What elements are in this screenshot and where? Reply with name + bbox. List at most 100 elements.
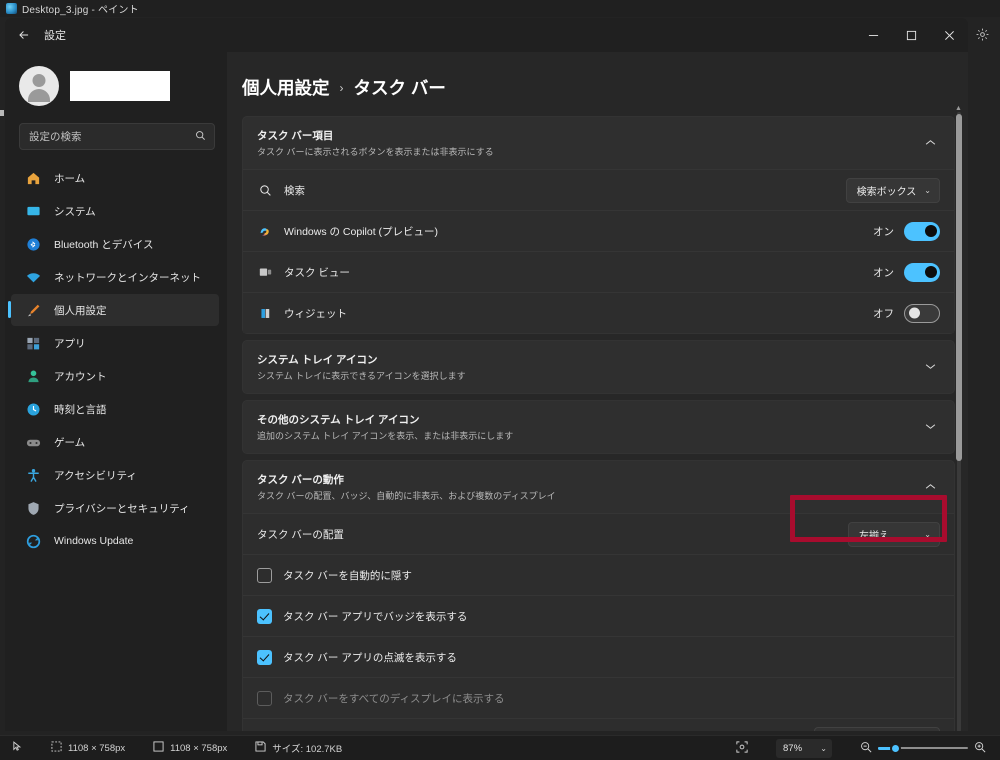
chevron-up-icon[interactable]	[925, 138, 940, 149]
row-label: ウィジェット	[284, 307, 347, 320]
zoom-slider-group[interactable]	[846, 736, 1000, 760]
apps-icon	[25, 335, 42, 352]
row-search: 検索 検索ボックス ⌄	[243, 169, 954, 210]
cursor-arrow-icon	[12, 741, 23, 755]
sidebar-item-accounts[interactable]: アカウント	[11, 360, 219, 392]
settings-cards: タスク バー項目 タスク バーに表示されるボタンを表示または非表示にする 検索 …	[242, 116, 955, 731]
fit-to-screen-group[interactable]	[722, 736, 762, 760]
sidebar-item-label: アクセシビリティ	[54, 469, 137, 482]
sidebar-item-label: ゲーム	[54, 436, 86, 449]
card-header[interactable]: システム トレイ アイコン システム トレイに表示できるアイコンを選択します	[243, 341, 954, 393]
sidebar-item-label: 個人用設定	[54, 304, 107, 317]
sidebar-item-gaming[interactable]: ゲーム	[11, 426, 219, 458]
sidebar-item-home[interactable]: ホーム	[11, 162, 219, 194]
task-view-icon	[257, 264, 273, 280]
zoom-in-icon[interactable]	[974, 741, 986, 756]
copilot-icon	[257, 223, 273, 239]
minimize-icon[interactable]	[854, 18, 892, 52]
card-taskbar-items: タスク バー項目 タスク バーに表示されるボタンを表示または非表示にする 検索 …	[242, 116, 955, 334]
maximize-icon[interactable]	[892, 18, 930, 52]
card-system-tray-icons[interactable]: システム トレイ アイコン システム トレイに表示できるアイコンを選択します	[242, 340, 955, 394]
card-taskbar-behaviors: タスク バーの動作 タスク バーの配置、バッジ、自動的に非表示、および複数のディ…	[242, 460, 955, 731]
widgets-icon	[257, 305, 273, 321]
fit-to-screen-icon[interactable]	[736, 740, 748, 756]
back-arrow-icon[interactable]	[9, 21, 39, 49]
chevron-up-icon[interactable]	[925, 482, 940, 493]
network-icon	[25, 269, 42, 286]
account-block[interactable]	[5, 52, 227, 106]
scroll-up-arrow-icon[interactable]: ▲	[955, 105, 962, 112]
vertical-scrollbar[interactable]: ▲ ▼	[953, 105, 965, 731]
row-label: タスク バーをすべてのディスプレイに表示する	[283, 692, 505, 705]
row-label: Windows の Copilot (プレビュー)	[284, 225, 439, 238]
system-icon	[25, 203, 42, 220]
settings-main: 個人用設定 › タスク バー タスク バー項目 タスク バーに表示されるボタンを…	[227, 52, 968, 731]
autohide-checkbox[interactable]	[257, 567, 272, 583]
card-header[interactable]: その他のシステム トレイ アイコン 追加のシステム トレイ アイコンを表示、また…	[243, 401, 954, 453]
task-view-toggle[interactable]	[904, 262, 940, 282]
dropdown-value: 左揃え	[859, 530, 889, 542]
breadcrumb: 個人用設定 › タスク バー	[227, 52, 968, 100]
flashing-checkbox[interactable]	[257, 649, 272, 665]
sidebar-item-system[interactable]: システム	[11, 195, 219, 227]
avatar-icon	[19, 66, 59, 106]
gear-icon[interactable]	[975, 27, 990, 47]
sidebar-item-apps[interactable]: アプリ	[11, 327, 219, 359]
sidebar-item-windows-update[interactable]: Windows Update	[11, 525, 219, 557]
row-autohide[interactable]: タスク バーを自動的に隠す	[243, 554, 954, 595]
widgets-toggle[interactable]	[904, 303, 940, 323]
personalization-icon	[25, 302, 42, 319]
bluetooth-icon	[25, 236, 42, 253]
taskbar-alignment-dropdown[interactable]: 左揃え ⌄	[848, 521, 940, 547]
card-title: タスク バー項目	[257, 130, 334, 142]
card-title: その他のシステム トレイ アイコン	[257, 414, 420, 426]
copilot-toggle[interactable]	[904, 221, 940, 241]
zoom-out-icon[interactable]	[860, 741, 872, 756]
sidebar-item-network[interactable]: ネットワークとインターネット	[11, 261, 219, 293]
search-mode-dropdown[interactable]: 検索ボックス ⌄	[845, 177, 940, 203]
row-badges[interactable]: タスク バー アプリでバッジを表示する	[243, 595, 954, 636]
card-header[interactable]: タスク バーの動作 タスク バーの配置、バッジ、自動的に非表示、および複数のディ…	[243, 461, 954, 513]
chevron-down-icon[interactable]	[925, 422, 940, 433]
paint-statusbar: 1108 × 758px 1108 × 758px サイズ: 102.7KB 8…	[0, 735, 1000, 760]
badges-checkbox[interactable]	[257, 608, 272, 624]
row-label: タスク ビュー	[284, 266, 350, 279]
search-box[interactable]	[19, 123, 215, 150]
cursor-position-group	[0, 736, 37, 760]
sidebar-item-label: プライバシーとセキュリティ	[54, 502, 190, 515]
image-size-icon	[153, 741, 164, 755]
toggle-state-label: オン	[873, 266, 894, 279]
sidebar-item-label: アプリ	[54, 337, 86, 350]
zoom-level-group[interactable]: 87% ⌄	[762, 736, 846, 760]
zoom-slider[interactable]	[878, 741, 968, 755]
screen-root: Desktop_3.jpg - ペイント 設定 設定の検索 ホーム システム B…	[0, 0, 1000, 760]
card-header[interactable]: タスク バー項目 タスク バーに表示されるボタンを表示または非表示にする	[243, 117, 954, 169]
sidebar-item-label: アカウント	[54, 370, 107, 383]
sidebar-item-time-language[interactable]: 時刻と言語	[11, 393, 219, 425]
row-flashing[interactable]: タスク バー アプリの点滅を表示する	[243, 636, 954, 677]
sidebar-item-label: 時刻と言語	[54, 403, 107, 416]
selection-size-label: 1108 × 758px	[68, 742, 126, 754]
row-label: 検索	[284, 184, 305, 197]
search-input[interactable]	[20, 130, 214, 143]
card-other-system-tray-icons[interactable]: その他のシステム トレイ アイコン 追加のシステム トレイ アイコンを表示、また…	[242, 400, 955, 454]
breadcrumb-current: タスク バー	[353, 78, 446, 98]
zoom-level-dropdown[interactable]: 87% ⌄	[776, 738, 832, 758]
breadcrumb-parent[interactable]: 個人用設定	[242, 75, 330, 100]
chevron-down-icon[interactable]	[925, 362, 940, 373]
sidebar-item-personalization[interactable]: 個人用設定	[8, 294, 219, 326]
sidebar-item-accessibility[interactable]: アクセシビリティ	[11, 459, 219, 491]
card-subtitle: タスク バーに表示されるボタンを表示または非表示にする	[257, 147, 494, 157]
settings-window: 設定 設定の検索 ホーム システム Bluetooth とデバイス ネットワーク…	[5, 18, 968, 731]
scrollbar-thumb[interactable]	[956, 114, 962, 461]
close-icon[interactable]	[930, 18, 968, 52]
toggle-state-label: オフ	[873, 307, 894, 320]
sidebar-item-label: Bluetooth とデバイス	[54, 238, 154, 251]
image-size-label: 1108 × 758px	[170, 742, 228, 754]
paint-window-title: Desktop_3.jpg - ペイント	[22, 5, 139, 16]
card-title: タスク バーの動作	[257, 474, 344, 486]
row-multi-display-where: 複数のディスプレイを使用する場合にタスク バー アプリを表示する場所 すべてのタ…	[243, 718, 954, 731]
zoom-slider-handle[interactable]	[890, 742, 901, 754]
sidebar-item-privacy[interactable]: プライバシーとセキュリティ	[11, 492, 219, 524]
sidebar-item-bluetooth[interactable]: Bluetooth とデバイス	[11, 228, 219, 260]
